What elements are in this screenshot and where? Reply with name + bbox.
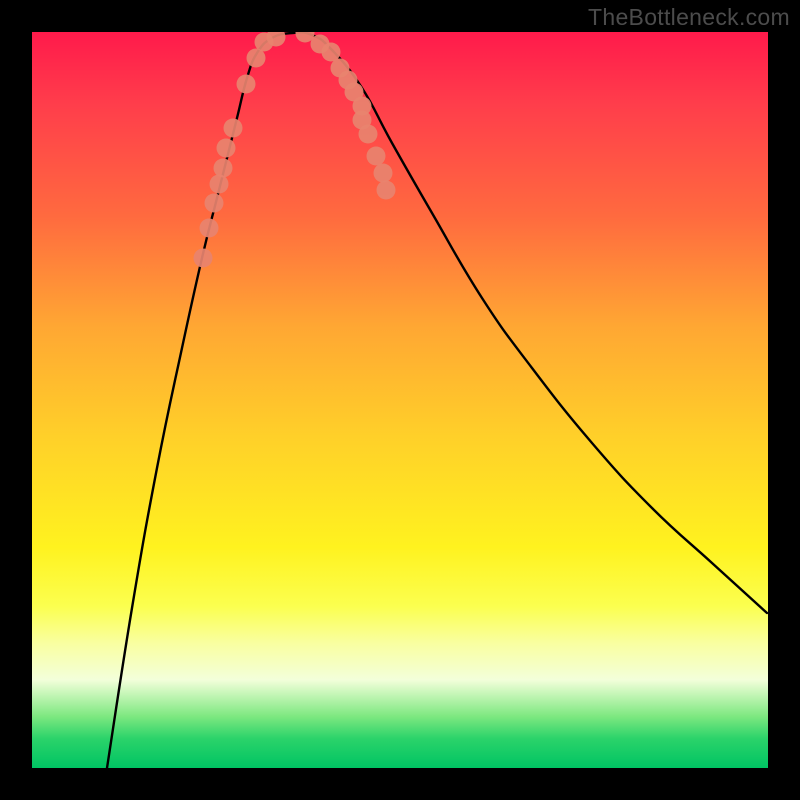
scatter-left-cluster	[194, 32, 286, 268]
scatter-point	[359, 125, 378, 144]
scatter-point	[205, 194, 224, 213]
scatter-point	[194, 249, 213, 268]
scatter-point	[214, 159, 233, 178]
bottleneck-curve	[107, 32, 767, 768]
watermark-text: TheBottleneck.com	[588, 4, 790, 31]
scatter-right-cluster	[296, 32, 396, 200]
scatter-point	[237, 75, 256, 94]
chart-frame: TheBottleneck.com	[0, 0, 800, 800]
scatter-point	[377, 181, 396, 200]
scatter-point	[200, 219, 219, 238]
scatter-point	[374, 164, 393, 183]
scatter-point	[367, 147, 386, 166]
scatter-point	[322, 43, 341, 62]
scatter-point	[224, 119, 243, 138]
plot-area	[32, 32, 768, 768]
chart-svg	[32, 32, 768, 768]
scatter-point	[217, 139, 236, 158]
scatter-point	[210, 175, 229, 194]
